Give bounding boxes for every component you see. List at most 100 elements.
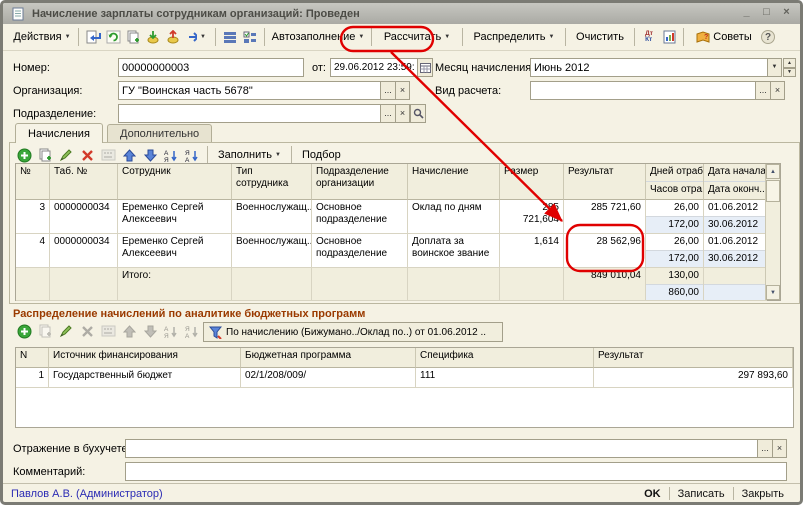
list-check-icon[interactable]: [241, 28, 259, 46]
department-input[interactable]: [118, 104, 381, 123]
move-up-icon[interactable]: [120, 146, 138, 164]
calculate-button[interactable]: Рассчитать▼: [377, 27, 457, 47]
col-org-dept: Подразделение организации: [312, 164, 408, 200]
cell-program[interactable]: 02/1/208/009/: [241, 368, 416, 388]
cell-size[interactable]: 1,614: [500, 234, 564, 268]
table-scrollbar[interactable]: ▲ ▼: [765, 164, 780, 300]
advice-button[interactable]: ? Советы: [689, 27, 759, 47]
pick-button[interactable]: Подбор: [298, 145, 345, 165]
list-settings-icon[interactable]: [221, 28, 239, 46]
dept-clear-icon[interactable]: ×: [395, 104, 410, 123]
add-row-icon[interactable]: [15, 322, 33, 340]
cell-result[interactable]: 285 721,60: [564, 200, 646, 234]
copy-new-icon[interactable]: [124, 28, 142, 46]
report-icon[interactable]: [660, 28, 678, 46]
cell-employee[interactable]: Еременко Сергей Алексеевич: [118, 200, 232, 234]
tab-additional[interactable]: Дополнительно: [107, 124, 212, 143]
spin-up-icon[interactable]: ▲: [783, 58, 796, 68]
actions-button[interactable]: Действия▼: [11, 27, 73, 47]
minimize-button[interactable]: _: [739, 7, 754, 20]
cell-specifics[interactable]: 111: [416, 368, 594, 388]
tab-accruals[interactable]: Начисления: [15, 123, 103, 143]
cell-dates[interactable]: 01.06.201230.06.2012: [704, 200, 767, 234]
month-dropdown-icon[interactable]: ▼: [767, 58, 782, 77]
maximize-button[interactable]: □: [759, 7, 774, 20]
add-row-icon[interactable]: [15, 146, 33, 164]
edit-row-icon[interactable]: [57, 146, 75, 164]
scroll-down-icon[interactable]: ▼: [766, 285, 780, 300]
end-edit-icon[interactable]: [99, 146, 117, 164]
org-clear-icon[interactable]: ×: [395, 81, 410, 100]
copy-row-icon[interactable]: [36, 322, 54, 340]
help-icon[interactable]: ?: [761, 30, 775, 44]
sort-desc-icon[interactable]: ЯА: [183, 322, 201, 340]
cell-accrual[interactable]: Доплата за воинское звание: [408, 234, 500, 268]
cell-n[interactable]: 1: [16, 368, 49, 388]
cell-tab-no[interactable]: 0000000034: [50, 200, 118, 234]
cell-emp-type[interactable]: Военнослужащ...: [232, 200, 312, 234]
cell-accrual[interactable]: Оклад по дням: [408, 200, 500, 234]
calc-kind-select-button[interactable]: ...: [755, 81, 771, 100]
end-edit-icon[interactable]: [99, 322, 117, 340]
copy-row-icon[interactable]: [36, 146, 54, 164]
organization-input[interactable]: [118, 81, 381, 100]
scrollbar-thumb[interactable]: [766, 180, 780, 202]
distribution-header-row: N Источник финансирования Бюджетная прог…: [16, 348, 793, 368]
col-dates: Дата началаДата оконч...: [704, 164, 767, 200]
cell-source[interactable]: Государственный бюджет: [49, 368, 241, 388]
distribution-filter-button[interactable]: По начислению (Бижумано../Оклад по..) от…: [203, 322, 503, 342]
reflection-input[interactable]: [125, 439, 758, 458]
sort-asc-icon[interactable]: АЯ: [162, 146, 180, 164]
reflection-clear-icon[interactable]: ×: [772, 439, 787, 458]
cell-emp-type[interactable]: Военнослужащ...: [232, 234, 312, 268]
date-input[interactable]: [330, 58, 418, 77]
cell-size[interactable]: 285 721,604: [500, 200, 564, 234]
close-form-button[interactable]: Закрыть: [734, 488, 792, 500]
dept-search-icon[interactable]: [410, 104, 426, 123]
month-spinner[interactable]: ▲ ▼: [783, 58, 796, 77]
cell-num[interactable]: 3: [16, 200, 50, 234]
fill-button[interactable]: Заполнить▼: [214, 145, 285, 165]
org-select-button[interactable]: ...: [380, 81, 396, 100]
calendar-icon[interactable]: [417, 58, 433, 77]
dtkt-posting-icon[interactable]: ДтКт: [640, 28, 658, 46]
distribute-button[interactable]: Распределить▼: [468, 27, 560, 47]
cell-num[interactable]: 4: [16, 234, 50, 268]
move-down-icon[interactable]: [141, 146, 159, 164]
reflection-select-button[interactable]: ...: [757, 439, 773, 458]
import-icon[interactable]: [144, 28, 162, 46]
comment-input[interactable]: [125, 462, 787, 481]
goto-button[interactable]: ▼: [184, 27, 210, 47]
sort-asc-icon[interactable]: АЯ: [162, 322, 180, 340]
scroll-up-icon[interactable]: ▲: [766, 164, 780, 179]
close-button[interactable]: ×: [779, 7, 794, 20]
move-up-icon[interactable]: [120, 322, 138, 340]
cell-days-hours[interactable]: 26,00172,00: [646, 200, 704, 234]
calc-kind-input[interactable]: [530, 81, 756, 100]
edit-row-icon[interactable]: [57, 322, 75, 340]
spin-down-icon[interactable]: ▼: [783, 68, 796, 78]
cell-result-highlighted[interactable]: 28 562,96: [564, 234, 646, 268]
cell-days-hours[interactable]: 26,00172,00: [646, 234, 704, 268]
cell-org-dept[interactable]: Основное подразделение: [312, 234, 408, 268]
sort-desc-icon[interactable]: ЯА: [183, 146, 201, 164]
cell-org-dept[interactable]: Основное подразделение: [312, 200, 408, 234]
number-input[interactable]: [118, 58, 304, 77]
refresh-icon[interactable]: [104, 28, 122, 46]
post-document-icon[interactable]: [84, 28, 102, 46]
autofill-button[interactable]: Автозаполнение▼: [270, 27, 366, 47]
cell-employee[interactable]: Еременко Сергей Алексеевич: [118, 234, 232, 268]
cell-tab-no[interactable]: 0000000034: [50, 234, 118, 268]
delete-row-icon[interactable]: [78, 322, 96, 340]
delete-row-icon[interactable]: [78, 146, 96, 164]
cell-dates[interactable]: 01.06.201230.06.2012: [704, 234, 767, 268]
move-down-icon[interactable]: [141, 322, 159, 340]
accrual-month-input[interactable]: [530, 58, 768, 77]
dept-select-button[interactable]: ...: [380, 104, 396, 123]
save-button[interactable]: Записать: [670, 488, 733, 500]
cell-result2[interactable]: 297 893,60: [594, 368, 793, 388]
export-icon[interactable]: [164, 28, 182, 46]
ok-button[interactable]: OK: [636, 488, 669, 500]
clear-button[interactable]: Очистить: [571, 27, 629, 47]
calc-kind-clear-icon[interactable]: ×: [770, 81, 785, 100]
